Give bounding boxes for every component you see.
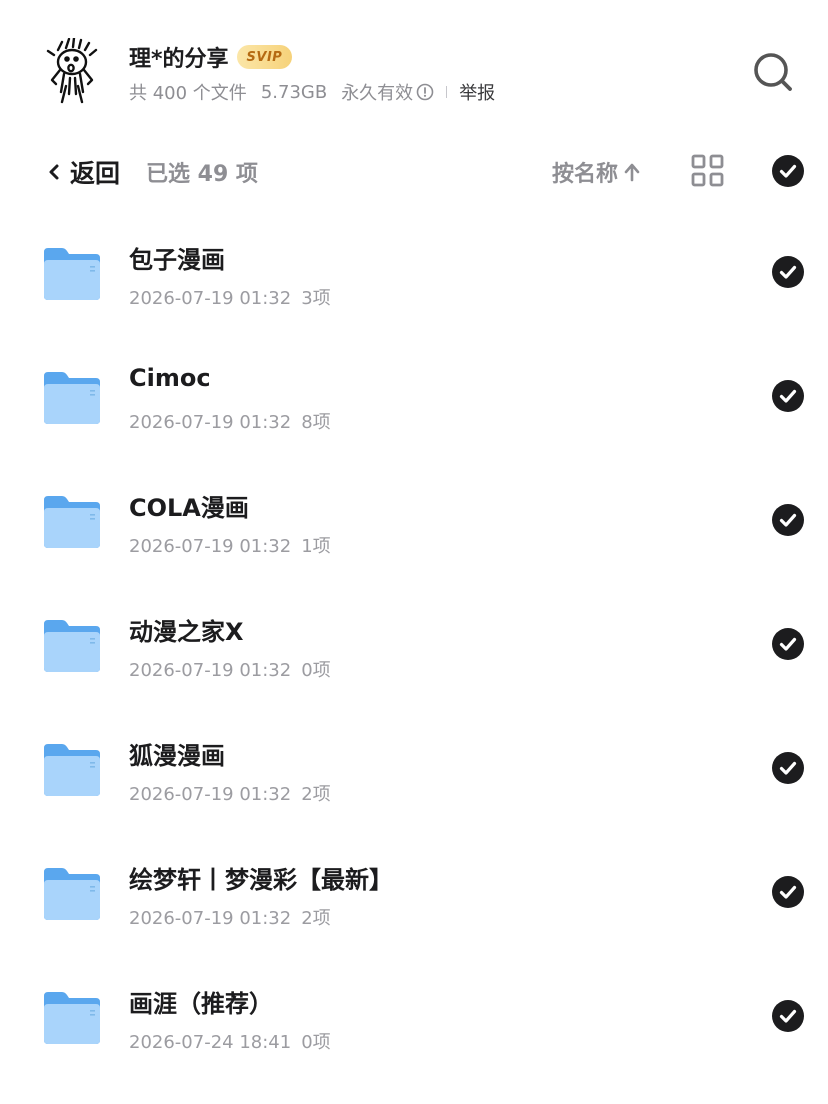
file-name: 绘梦轩丨梦漫彩【最新】: [129, 866, 393, 894]
file-name: Cimoc: [129, 364, 211, 392]
selection-toolbar: 返回 已选 49 项 按名称: [0, 140, 828, 204]
folder-icon: [44, 372, 100, 424]
check-circle-icon[interactable]: [772, 876, 804, 908]
file-meta: 2026-07-24 18:41 0项: [129, 1028, 331, 1054]
file-row[interactable]: 动漫之家X 2026-07-19 01:32 0项: [0, 582, 828, 706]
info-circle-icon[interactable]: [416, 83, 434, 101]
file-date: 2026-07-24 18:41: [129, 1032, 292, 1053]
sort-label: 按名称: [552, 162, 619, 187]
check-circle-icon[interactable]: [772, 504, 804, 536]
file-name: 画涯（推荐）: [129, 990, 273, 1018]
file-item-count: 2项: [301, 784, 331, 805]
selected-count: 已选 49 项: [146, 162, 258, 187]
file-date: 2026-07-19 01:32: [129, 908, 292, 929]
total-size: 5.73GB: [260, 81, 328, 103]
share-meta: 共 400 个文件 5.73GB 永久有效 举报: [129, 78, 495, 106]
folder-icon: [44, 992, 100, 1044]
file-meta: 2026-07-19 01:32 2项: [129, 904, 331, 930]
file-row[interactable]: 画涯（推荐） 2026-07-24 18:41 0项: [0, 954, 828, 1078]
file-date: 2026-07-19 01:32: [129, 660, 292, 681]
share-owner-name: 理*的分享: [129, 47, 229, 72]
folder-icon: [44, 620, 100, 672]
file-list: 包子漫画 2026-07-19 01:32 3项 Cimoc 2026-07-19…: [0, 210, 828, 1078]
file-row[interactable]: 狐漫漫画 2026-07-19 01:32 2项: [0, 706, 828, 830]
share-header: 理*的分享 SVIP 共 400 个文件 5.73GB 永久有效 举报: [0, 0, 828, 130]
file-meta: 2026-07-19 01:32 8项: [129, 408, 331, 434]
check-circle-icon[interactable]: [772, 380, 804, 412]
file-item-count: 1项: [301, 536, 331, 557]
select-all-check-icon[interactable]: [772, 155, 804, 187]
file-item-count: 0项: [301, 1032, 331, 1053]
search-icon[interactable]: [752, 51, 794, 93]
validity: 永久有效: [341, 83, 414, 104]
file-row[interactable]: COLA漫画 2026-07-19 01:32 1项: [0, 458, 828, 582]
folder-icon: [44, 248, 100, 300]
sort-button[interactable]: 按名称: [552, 154, 640, 190]
file-name: 动漫之家X: [129, 618, 244, 646]
file-date: 2026-07-19 01:32: [129, 536, 292, 557]
folder-icon: [44, 496, 100, 548]
folder-icon: [44, 744, 100, 796]
check-circle-icon[interactable]: [772, 256, 804, 288]
file-item-count: 0项: [301, 660, 331, 681]
check-circle-icon[interactable]: [772, 628, 804, 660]
file-item-count: 3项: [301, 288, 331, 309]
file-name: COLA漫画: [129, 494, 249, 522]
file-name: 包子漫画: [129, 246, 225, 274]
file-row[interactable]: Cimoc 2026-07-19 01:32 8项: [0, 334, 828, 458]
file-name: 狐漫漫画: [129, 742, 225, 770]
file-meta: 2026-07-19 01:32 3项: [129, 284, 331, 310]
file-date: 2026-07-19 01:32: [129, 288, 292, 309]
check-circle-icon[interactable]: [772, 752, 804, 784]
file-date: 2026-07-19 01:32: [129, 784, 292, 805]
avatar[interactable]: [44, 38, 100, 104]
file-row[interactable]: 包子漫画 2026-07-19 01:32 3项: [0, 210, 828, 334]
share-title: 理*的分享 SVIP: [129, 40, 293, 74]
file-row[interactable]: 绘梦轩丨梦漫彩【最新】 2026-07-19 01:32 2项: [0, 830, 828, 954]
chevron-left-icon: [49, 164, 59, 180]
back-button[interactable]: 返回: [48, 152, 120, 192]
folder-icon: [44, 868, 100, 920]
svip-badge: SVIP: [236, 45, 293, 69]
file-meta: 2026-07-19 01:32 1项: [129, 532, 331, 558]
file-item-count: 8项: [301, 412, 331, 433]
report-link[interactable]: 举报: [459, 79, 495, 105]
file-count: 共 400 个文件: [129, 83, 247, 104]
check-circle-icon[interactable]: [772, 1000, 804, 1032]
file-item-count: 2项: [301, 908, 331, 929]
meta-divider: [446, 86, 448, 98]
file-meta: 2026-07-19 01:32 0项: [129, 656, 331, 682]
arrow-up-icon: [624, 163, 640, 182]
file-meta: 2026-07-19 01:32 2项: [129, 780, 331, 806]
grid-view-icon[interactable]: [691, 154, 725, 188]
back-label: 返回: [70, 159, 121, 188]
file-date: 2026-07-19 01:32: [129, 412, 292, 433]
